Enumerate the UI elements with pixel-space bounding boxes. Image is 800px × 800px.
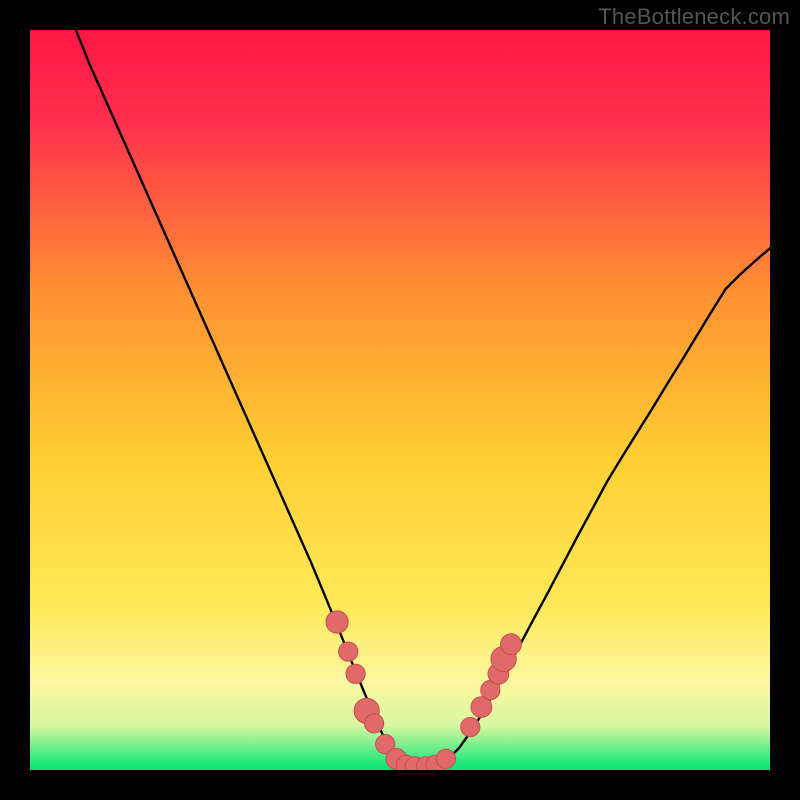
trough-dot	[339, 642, 358, 661]
watermark-text: TheBottleneck.com	[598, 4, 790, 30]
trough-dot	[365, 714, 384, 733]
chart-frame	[30, 30, 770, 770]
curve-layer	[30, 30, 770, 770]
bottleneck-curve	[76, 30, 770, 768]
trough-dots	[326, 611, 521, 770]
trough-dot	[346, 664, 365, 683]
trough-dot	[326, 611, 348, 633]
trough-dot	[436, 749, 455, 768]
trough-dot	[461, 718, 480, 737]
trough-dot	[501, 634, 522, 655]
